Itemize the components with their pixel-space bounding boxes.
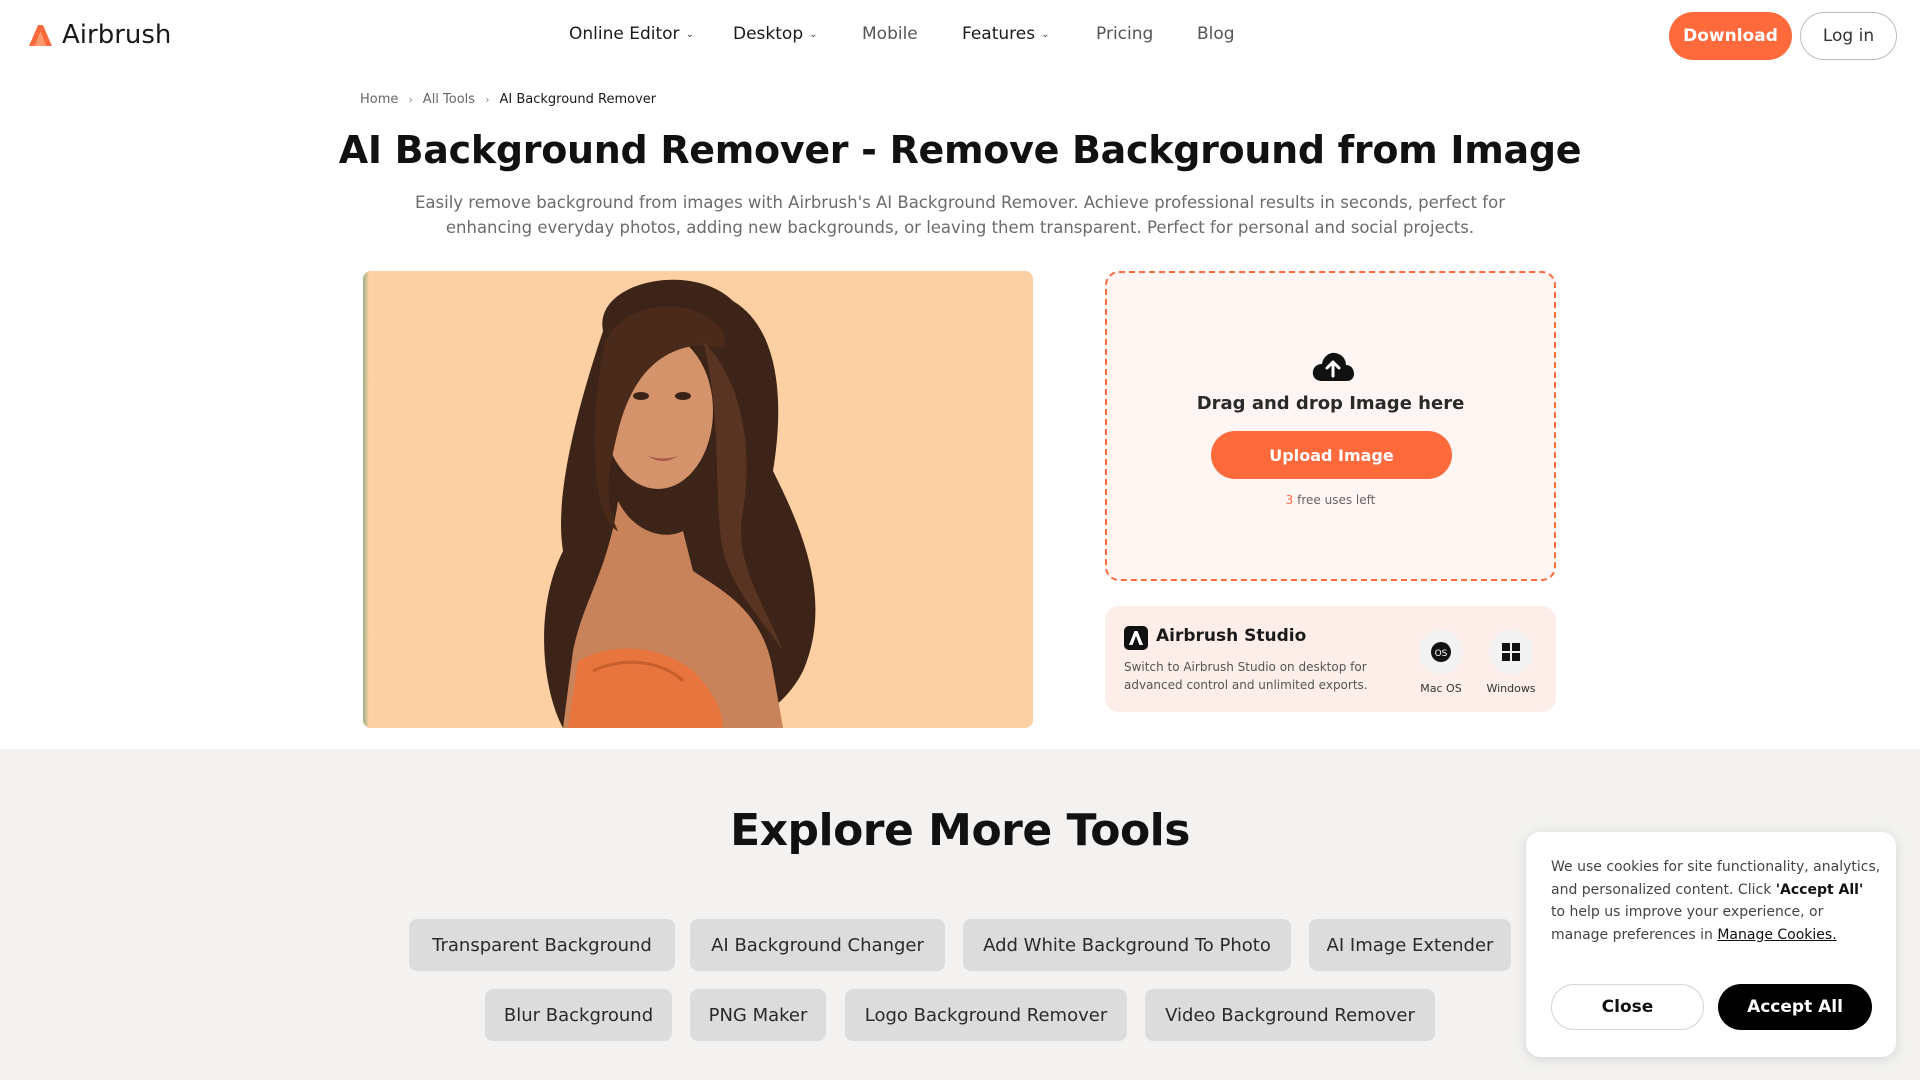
nav-features-label: Features	[962, 24, 1036, 44]
manage-cookies-link[interactable]: Manage Cookies.	[1717, 927, 1836, 943]
windows-label: Windows	[1486, 682, 1536, 695]
chevron-right-icon: ›	[408, 93, 413, 106]
download-button[interactable]: Download	[1669, 12, 1792, 60]
studio-description: Switch to Airbrush Studio on desktop for…	[1124, 660, 1368, 692]
chevron-right-icon: ›	[485, 93, 490, 106]
tool-chip-png-maker[interactable]: PNG Maker	[690, 989, 826, 1041]
windows-icon	[1489, 630, 1533, 674]
free-uses-count: 3	[1285, 493, 1294, 507]
tool-chip-ai-image-extender[interactable]: AI Image Extender	[1309, 919, 1511, 971]
cookie-close-button[interactable]: Close	[1551, 984, 1704, 1030]
svg-text:OS: OS	[1435, 649, 1448, 659]
macos-label: Mac OS	[1420, 682, 1462, 695]
tool-chip-logo-background-remover[interactable]: Logo Background Remover	[845, 989, 1127, 1041]
nav-online-editor[interactable]: Online Editor ⌄	[569, 24, 694, 44]
cookie-accept-all-button[interactable]: Accept All	[1718, 984, 1872, 1030]
studio-title: Airbrush Studio	[1156, 626, 1307, 646]
tool-chip-transparent-background[interactable]: Transparent Background	[409, 919, 675, 971]
sample-image-preview	[363, 271, 1033, 728]
nav-blog[interactable]: Blog	[1197, 24, 1235, 44]
nav-mobile[interactable]: Mobile	[862, 24, 918, 44]
site-header: Airbrush Online Editor ⌄ Desktop ⌄ Mobil…	[0, 0, 1920, 70]
tool-chip-video-background-remover[interactable]: Video Background Remover	[1145, 989, 1435, 1041]
sample-portrait-image	[544, 279, 816, 728]
breadcrumb-all-tools[interactable]: All Tools	[423, 92, 475, 107]
chevron-down-icon: ⌄	[685, 28, 694, 40]
nav-pricing[interactable]: Pricing	[1096, 24, 1153, 44]
nav-desktop-label: Desktop	[733, 24, 804, 44]
free-uses-text: 3 free uses left	[1107, 493, 1554, 507]
macos-icon: OS	[1419, 630, 1463, 674]
chevron-down-icon: ⌄	[809, 28, 818, 40]
breadcrumb-current: AI Background Remover	[499, 92, 657, 107]
upload-dropzone[interactable]: Drag and drop Image here Upload Image 3 …	[1105, 271, 1556, 581]
cookie-banner: We use cookies for site functionality, a…	[1526, 832, 1896, 1057]
nav-features[interactable]: Features ⌄	[962, 24, 1050, 44]
drag-drop-text: Drag and drop Image here	[1196, 393, 1465, 414]
nav-desktop[interactable]: Desktop ⌄	[733, 24, 818, 44]
nav-online-editor-label: Online Editor	[569, 24, 680, 44]
tool-chip-ai-background-changer[interactable]: AI Background Changer	[690, 919, 945, 971]
tool-chip-blur-background[interactable]: Blur Background	[485, 989, 672, 1041]
windows-download[interactable]: Windows	[1481, 630, 1541, 695]
chevron-down-icon: ⌄	[1041, 28, 1050, 40]
page-title: AI Background Remover - Remove Backgroun…	[338, 128, 1582, 172]
airbrush-studio-logo-icon	[1124, 626, 1148, 650]
page-subtitle: Easily remove background from images wit…	[415, 193, 1505, 237]
breadcrumb: Home › All Tools › AI Background Remover	[360, 92, 656, 107]
nav-pricing-label: Pricing	[1096, 24, 1154, 44]
nav-mobile-label: Mobile	[862, 24, 918, 44]
nav-blog-label: Blog	[1197, 24, 1235, 44]
main-nav: Online Editor ⌄ Desktop ⌄ Mobile Feature…	[0, 24, 1920, 48]
upload-image-button[interactable]: Upload Image	[1211, 431, 1452, 479]
free-uses-label: free uses left	[1297, 493, 1376, 507]
cloud-upload-icon	[1312, 352, 1354, 381]
macos-download[interactable]: OS Mac OS	[1411, 630, 1471, 695]
cookie-text-bold: 'Accept All'	[1775, 881, 1864, 898]
breadcrumb-home[interactable]: Home	[360, 92, 398, 107]
login-button[interactable]: Log in	[1800, 12, 1897, 60]
cookie-text: We use cookies for site functionality, a…	[1551, 856, 1881, 946]
tool-chip-add-white-background[interactable]: Add White Background To Photo	[963, 919, 1291, 971]
airbrush-studio-card: Airbrush Studio Switch to Airbrush Studi…	[1105, 606, 1556, 712]
